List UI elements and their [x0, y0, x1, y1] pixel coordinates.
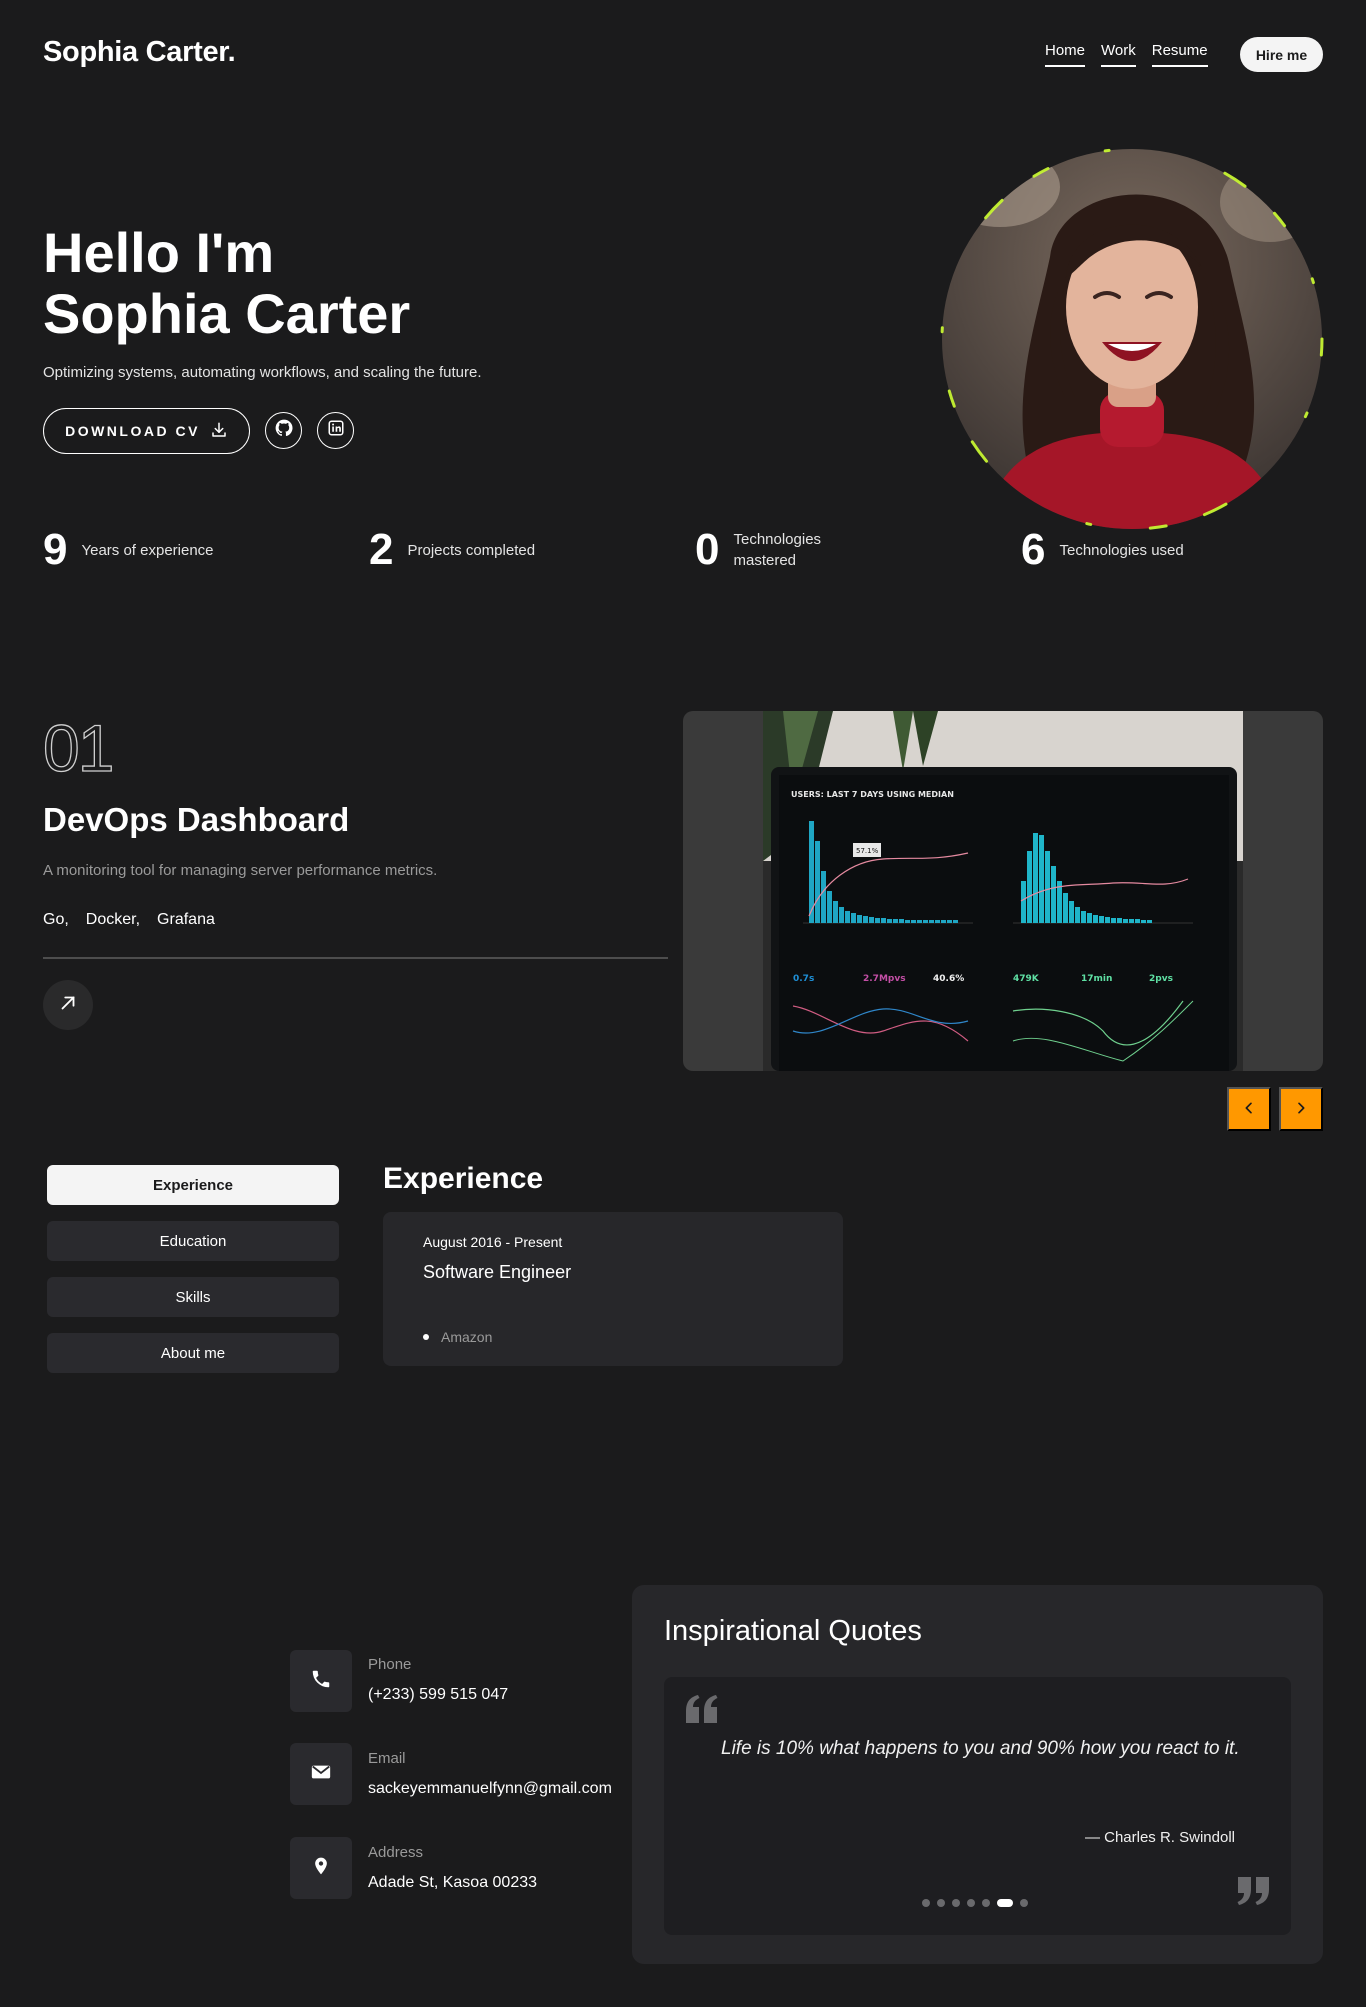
tech-item: Grafana	[157, 911, 215, 928]
email-icon-box	[290, 1743, 352, 1805]
project-divider	[43, 957, 668, 959]
chevron-right-icon	[1293, 1100, 1309, 1119]
nav-resume[interactable]: Resume	[1151, 42, 1208, 67]
phone-icon-box	[290, 1650, 352, 1712]
quote-text: Life is 10% what happens to you and 90% …	[721, 1738, 1240, 1759]
project-link-button[interactable]	[43, 980, 93, 1030]
experience-date: August 2016 - Present	[423, 1234, 563, 1250]
pagination-dot-active[interactable]	[997, 1899, 1013, 1907]
project-number: 01	[42, 710, 115, 785]
stat-number: 2	[369, 525, 394, 574]
github-icon	[274, 418, 294, 443]
stat-technologies-mastered: 0 Technologies mastered	[695, 525, 833, 575]
dash-metric: 40.6%	[933, 974, 964, 984]
quote-pagination	[922, 1899, 1028, 1907]
experience-company: Amazon	[441, 1329, 493, 1345]
phone-icon	[310, 1668, 332, 1695]
stat-label: Technologies mastered	[733, 531, 822, 569]
stat-technologies-used: 6 Technologies used	[1021, 525, 1184, 575]
bullet-icon	[423, 1334, 429, 1340]
map-pin-icon	[311, 1855, 331, 1882]
dash-tooltip: 57.1%	[856, 847, 879, 855]
download-cv-label: DOWNLOAD CV	[65, 423, 200, 439]
dash-metric: 479K	[1013, 974, 1040, 984]
tab-skills[interactable]: Skills	[47, 1277, 339, 1317]
tab-experience[interactable]: Experience	[47, 1165, 339, 1205]
stat-number: 6	[1021, 525, 1046, 574]
email-label: Email	[368, 1750, 406, 1767]
carousel-next-button[interactable]	[1279, 1087, 1323, 1131]
arrow-up-right-icon	[57, 992, 79, 1019]
tab-education[interactable]: Education	[47, 1221, 339, 1261]
pagination-dot[interactable]	[952, 1899, 960, 1907]
site-logo[interactable]: Sophia Carter.	[43, 36, 236, 69]
tech-item: Docker,	[85, 911, 141, 928]
mail-icon	[310, 1761, 332, 1788]
tab-about-me[interactable]: About me	[47, 1333, 339, 1373]
dash-metric: 2.7Mpvs	[863, 974, 906, 984]
experience-company-row: Amazon	[423, 1329, 492, 1345]
address-label: Address	[368, 1844, 424, 1861]
experience-card: August 2016 - Present Software Engineer …	[383, 1212, 843, 1366]
dash-metric: 2pvs	[1149, 974, 1173, 984]
pagination-dot[interactable]	[937, 1899, 945, 1907]
download-icon	[210, 421, 228, 442]
resume-section-title: Experience	[383, 1162, 544, 1195]
quote-author: — Charles R. Swindoll	[1084, 1829, 1235, 1846]
stat-label: Projects completed	[407, 541, 536, 559]
pagination-dot[interactable]	[967, 1899, 975, 1907]
stat-label: Technologies used	[1059, 541, 1184, 559]
pagination-dot[interactable]	[922, 1899, 930, 1907]
github-link[interactable]	[265, 412, 302, 449]
tech-item: Go,	[43, 911, 69, 928]
experience-role: Software Engineer	[423, 1262, 572, 1282]
dash-metric: 17min	[1081, 974, 1112, 984]
hero-subtitle: Optimizing systems, automating workflows…	[43, 364, 482, 381]
pagination-dot[interactable]	[982, 1899, 990, 1907]
quote-card: Life is 10% what happens to you and 90% …	[664, 1677, 1291, 1935]
stat-number: 9	[43, 525, 68, 574]
nav-work[interactable]: Work	[1101, 42, 1136, 67]
project-tech-list: Go, Docker, Grafana	[43, 911, 215, 929]
main-nav: Home Work Resume	[1045, 42, 1208, 67]
stat-label: Years of experience	[81, 541, 214, 559]
download-cv-button[interactable]: DOWNLOAD CV	[43, 408, 250, 454]
project-screenshot: USERS: LAST 7 DAYS USING MEDIAN 57.1% 0.…	[763, 711, 1243, 1071]
dash-metric: 0.7s	[793, 974, 814, 984]
nav-home[interactable]: Home	[1045, 42, 1086, 67]
quotes-panel: Inspirational Quotes Life is 10% what ha…	[632, 1585, 1323, 1964]
carousel-prev-button[interactable]	[1227, 1087, 1271, 1131]
profile-photo	[940, 147, 1325, 532]
stat-number: 0	[695, 525, 720, 574]
dash-header: USERS: LAST 7 DAYS USING MEDIAN	[791, 790, 954, 799]
linkedin-icon	[327, 419, 345, 442]
chevron-left-icon	[1241, 1100, 1257, 1119]
hero-greeting: Hello I'm	[43, 221, 275, 284]
address-value: Adade St, Kasoa 00233	[368, 1874, 538, 1891]
hire-me-button[interactable]: Hire me	[1240, 37, 1323, 72]
phone-value: (+233) 599 515 047	[368, 1686, 509, 1703]
email-value[interactable]: sackeyemmanuelfynn@gmail.com	[368, 1780, 612, 1798]
quote-open-icon	[686, 1695, 718, 1728]
stat-projects: 2 Projects completed	[369, 525, 535, 575]
project-description: A monitoring tool for managing server pe…	[43, 862, 438, 879]
quote-close-icon	[1237, 1877, 1269, 1910]
pagination-dot[interactable]	[1020, 1899, 1028, 1907]
linkedin-link[interactable]	[317, 412, 354, 449]
phone-label: Phone	[368, 1656, 412, 1673]
project-title: DevOps Dashboard	[43, 801, 350, 838]
stat-experience: 9 Years of experience	[43, 525, 214, 575]
address-icon-box	[290, 1837, 352, 1899]
hero-name: Sophia Carter	[43, 282, 411, 345]
quotes-title: Inspirational Quotes	[664, 1615, 922, 1647]
project-image-frame: USERS: LAST 7 DAYS USING MEDIAN 57.1% 0.…	[683, 711, 1323, 1071]
